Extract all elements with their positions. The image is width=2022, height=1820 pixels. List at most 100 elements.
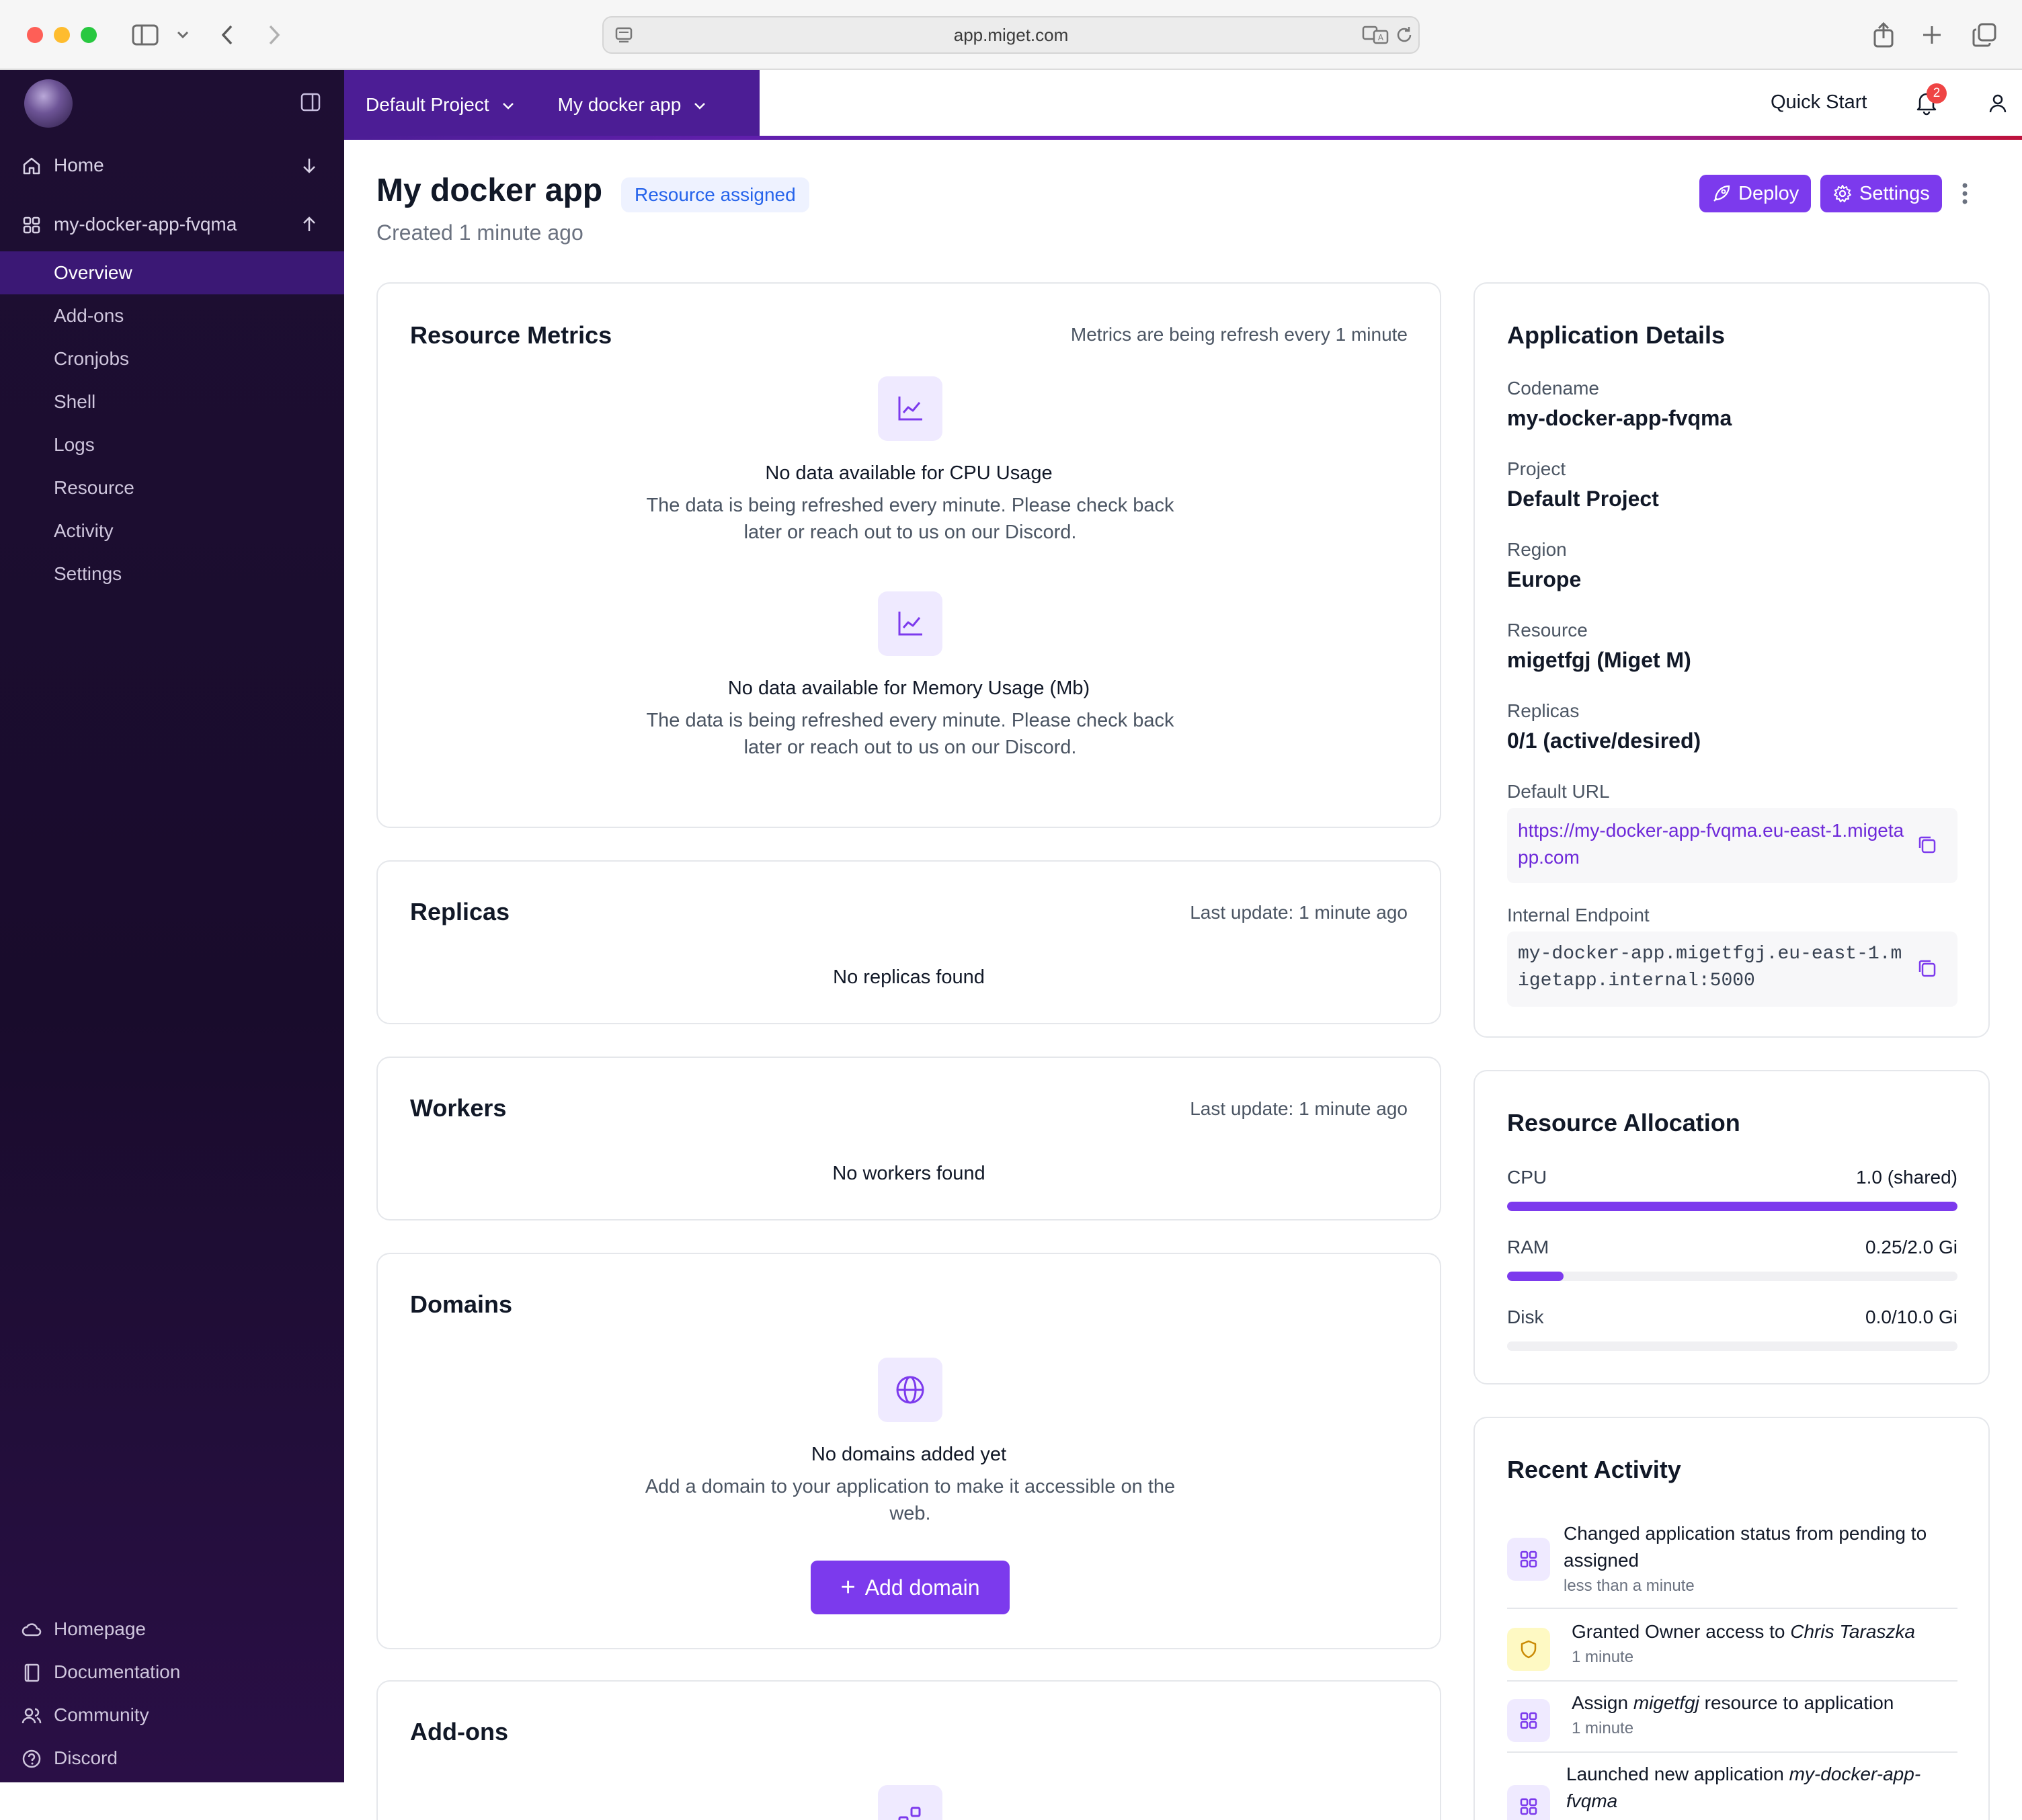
activity-item: Assign migetfgj resource to application … [1507, 1690, 1957, 1750]
back-icon[interactable] [212, 20, 242, 50]
arrow-down-icon[interactable] [300, 156, 319, 179]
activity-text-part: Assign [1572, 1692, 1633, 1713]
workers-last-update: Last update: 1 minute ago [1190, 1098, 1408, 1119]
cpu-label: CPU [1507, 1167, 1547, 1188]
codename-value: my-docker-app-fvqma [1507, 406, 1732, 430]
activity-time: less than a minute [1564, 1577, 1695, 1595]
disk-progress [1507, 1341, 1957, 1351]
minimize-window-button[interactable] [54, 27, 70, 43]
sidebar-link-documentation[interactable]: Documentation [0, 1651, 344, 1694]
activity-item: Launched new application my-docker-app-f… [1507, 1761, 1957, 1820]
quick-start-link[interactable]: Quick Start [1771, 91, 1867, 114]
sidebar-home-label: Home [54, 155, 104, 175]
project-switcher[interactable]: Default Project [344, 70, 536, 140]
site-icon [614, 26, 633, 49]
domains-card: Domains No domains added yet Add a domai… [376, 1253, 1441, 1649]
grid-icon [22, 215, 42, 240]
workers-title: Workers [410, 1094, 507, 1122]
internal-endpoint-value: my-docker-app.migetfgj.eu-east-1.migetap… [1518, 944, 1902, 991]
memory-empty-desc: The data is being refreshed every minute… [646, 710, 1174, 758]
divider [1507, 1680, 1957, 1682]
workers-card: Workers Last update: 1 minute ago No wor… [376, 1057, 1441, 1221]
chart-icon [878, 591, 942, 656]
sidebar-item-logs[interactable]: Logs [0, 423, 344, 466]
replicas-title: Replicas [410, 898, 510, 925]
metrics-refresh-note: Metrics are being refresh every 1 minute [1070, 324, 1408, 345]
activity-text: Granted Owner access to Chris Taraszka [1572, 1618, 1957, 1645]
address-bar[interactable]: app.miget.com A [602, 16, 1420, 54]
add-domain-button[interactable]: + Add domain [811, 1561, 1010, 1614]
activity-item: Changed application status from pending … [1507, 1520, 1957, 1604]
cpu-value: 1.0 (shared) [1856, 1167, 1957, 1188]
cpu-progress [1507, 1202, 1957, 1211]
top-bar: Default Project My docker app Quick Star… [344, 70, 2022, 140]
default-url-box: https://my-docker-app-fvqma.eu-east-1.mi… [1507, 808, 1957, 883]
project-switcher-label: Default Project [366, 94, 489, 115]
disk-value: 0.0/10.0 Gi [1865, 1307, 1957, 1327]
activity-text: Launched new application my-docker-app-f… [1566, 1761, 1957, 1815]
copy-icon[interactable] [1916, 833, 1939, 860]
forward-icon[interactable] [259, 20, 289, 50]
sidebar-link-community[interactable]: Community [0, 1694, 344, 1737]
divider [1507, 1751, 1957, 1753]
sidebar-toggle-icon[interactable] [130, 20, 160, 50]
sidebar-link-homepage[interactable]: Homepage [0, 1608, 344, 1651]
memory-empty-title: No data available for Memory Usage (Mb) [727, 677, 1090, 699]
tab-overview-icon[interactable] [1970, 20, 1999, 50]
translate-icon[interactable]: A [1362, 24, 1389, 50]
copy-icon[interactable] [1916, 957, 1939, 983]
sidebar: Home my-docker-app-fvqma Overview Add-on… [0, 70, 344, 1782]
grid-icon [1507, 1699, 1550, 1742]
application-details-title: Application Details [1507, 321, 1726, 349]
ram-progress-fill [1507, 1272, 1564, 1281]
new-tab-icon[interactable] [1917, 20, 1947, 50]
book-icon [22, 1663, 42, 1688]
sidebar-item-shell[interactable]: Shell [0, 380, 344, 423]
deploy-button[interactable]: Deploy [1699, 175, 1812, 212]
settings-button[interactable]: Settings [1820, 175, 1942, 212]
sidebar-item-resource[interactable]: Resource [0, 466, 344, 509]
application-details-card: Application Details Codename my-docker-a… [1473, 282, 1990, 1038]
region-value: Europe [1507, 567, 1582, 591]
svg-text:A: A [1378, 33, 1384, 42]
close-window-button[interactable] [27, 27, 43, 43]
maximize-window-button[interactable] [81, 27, 97, 43]
resource-value: migetfgj (Miget M) [1507, 648, 1691, 672]
sidebar-item-settings[interactable]: Settings [0, 552, 344, 595]
page-title: My docker app [376, 173, 603, 208]
add-ons-card: Add-ons [376, 1680, 1441, 1820]
chart-icon [878, 376, 942, 441]
resource-label: Resource [1507, 620, 1588, 640]
share-icon[interactable] [1869, 20, 1898, 50]
app-switcher[interactable]: My docker app [536, 70, 729, 140]
sidebar-item-activity[interactable]: Activity [0, 509, 344, 552]
chevron-down-icon[interactable] [168, 20, 198, 50]
arrow-up-icon[interactable] [300, 215, 319, 239]
region-label: Region [1507, 539, 1567, 560]
reload-icon[interactable] [1394, 24, 1414, 50]
grid-icon [1507, 1785, 1550, 1820]
activity-resource-name: migetfgj [1633, 1692, 1699, 1713]
community-label: Community [54, 1704, 149, 1725]
add-ons-title: Add-ons [410, 1718, 508, 1745]
activity-text-part: Granted Owner access to [1572, 1621, 1791, 1642]
sidebar-item-cronjobs[interactable]: Cronjobs [0, 337, 344, 380]
miget-logo[interactable] [24, 79, 73, 128]
sidebar-item-home[interactable]: Home [0, 144, 344, 187]
domains-empty-desc: Add a domain to your application to make… [645, 1476, 1176, 1524]
grid-icon [1507, 1538, 1550, 1581]
resource-allocation-card: Resource Allocation CPU 1.0 (shared) RAM… [1473, 1070, 1990, 1384]
default-url-link[interactable]: https://my-docker-app-fvqma.eu-east-1.mi… [1518, 817, 1908, 871]
chevron-down-icon [693, 94, 706, 116]
recent-activity-card: Recent Activity Changed application stat… [1473, 1417, 1990, 1820]
user-icon[interactable] [1986, 91, 2010, 119]
ram-progress [1507, 1272, 1957, 1281]
sidebar-item-add-ons[interactable]: Add-ons [0, 294, 344, 337]
more-options-icon[interactable] [1962, 180, 1968, 210]
activity-time: 1 minute [1572, 1648, 1634, 1666]
collapse-sidebar-icon[interactable] [300, 91, 321, 116]
sidebar-link-discord[interactable]: Discord [0, 1737, 344, 1780]
sidebar-item-overview[interactable]: Overview [0, 251, 344, 294]
resource-metrics-card: Resource Metrics Metrics are being refre… [376, 282, 1441, 828]
sidebar-item-app[interactable]: my-docker-app-fvqma [0, 203, 344, 246]
